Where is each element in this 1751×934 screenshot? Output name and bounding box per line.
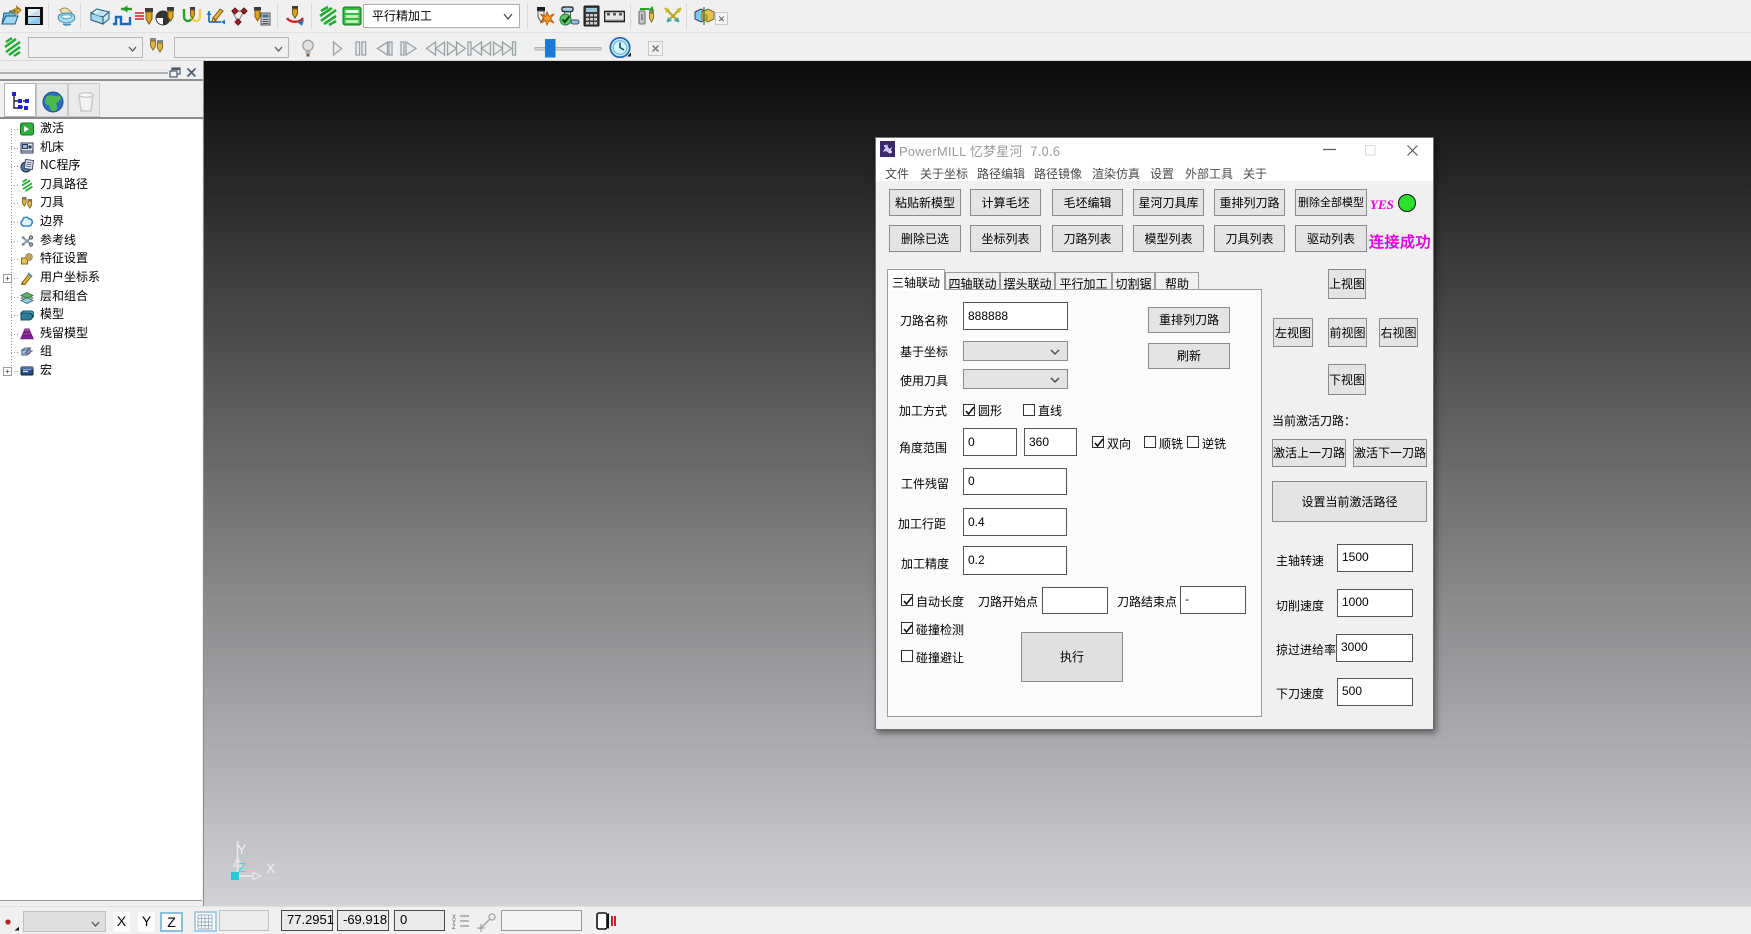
- svg-text:Y: Y: [237, 841, 247, 857]
- svg-text:X: X: [266, 860, 276, 876]
- svg-text:Z: Z: [238, 860, 246, 875]
- svg-text:Z: Z: [452, 925, 456, 930]
